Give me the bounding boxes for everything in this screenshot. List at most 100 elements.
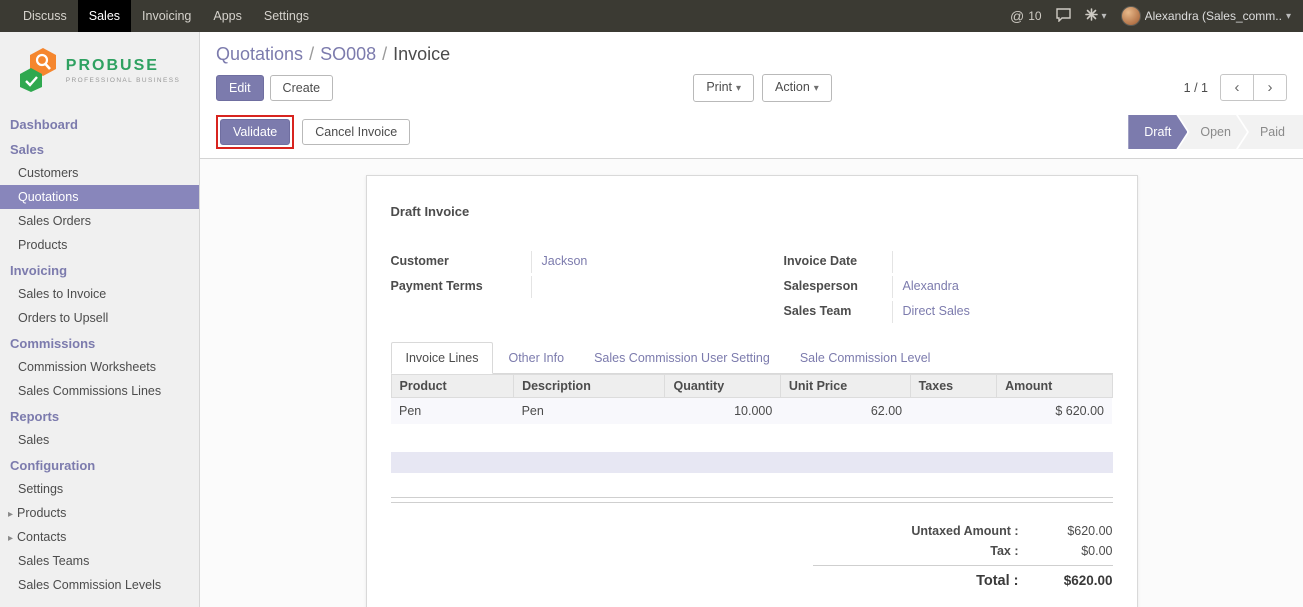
- column-product[interactable]: Product: [391, 375, 514, 398]
- expander-icon[interactable]: ▸: [8, 533, 13, 544]
- cancel-invoice-button[interactable]: Cancel Invoice: [302, 119, 410, 145]
- logo-title: PROBUSE: [66, 58, 180, 74]
- cell-amount[interactable]: $ 620.00: [997, 398, 1112, 425]
- invoice-state-title: Draft Invoice: [391, 204, 1113, 219]
- column-description[interactable]: Description: [514, 375, 665, 398]
- sidebar-item-sales-teams[interactable]: Sales Teams: [0, 549, 199, 573]
- caret-down-icon: ▾: [814, 83, 819, 94]
- invoice-lines-table: Product Description Quantity Unit Price …: [391, 374, 1113, 424]
- pager-previous-button[interactable]: ‹: [1220, 74, 1254, 101]
- menu-settings[interactable]: Settings: [253, 0, 320, 32]
- salesperson-value[interactable]: Alexandra: [892, 276, 1113, 298]
- payment-terms-value[interactable]: [531, 276, 752, 298]
- column-taxes[interactable]: Taxes: [910, 375, 997, 398]
- user-menu[interactable]: Alexandra (Sales_comm.. ▾: [1121, 6, 1291, 26]
- tab-other-info[interactable]: Other Info: [493, 342, 579, 374]
- column-quantity[interactable]: Quantity: [665, 375, 780, 398]
- customer-value[interactable]: Jackson: [531, 251, 752, 273]
- sidebar: PROBUSE PROFESSIONAL BUSINESS Dashboard …: [0, 32, 200, 607]
- untaxed-amount-value: $620.00: [1033, 524, 1113, 538]
- sidebar-heading-reports[interactable]: Reports: [0, 403, 199, 428]
- pager-next-button[interactable]: ›: [1253, 74, 1287, 101]
- debug-icon: [1085, 8, 1098, 24]
- chat-bubble-icon: [1056, 8, 1071, 25]
- sidebar-item-sales-commission-levels[interactable]: Sales Commission Levels: [0, 573, 199, 597]
- menu-discuss[interactable]: Discuss: [12, 0, 78, 32]
- invoice-sheet: Draft Invoice Customer Jackson Payment T…: [366, 175, 1138, 607]
- sidebar-heading-sales[interactable]: Sales: [0, 136, 199, 161]
- cell-unit-price[interactable]: 62.00: [780, 398, 910, 425]
- activity-count: 10: [1028, 9, 1041, 23]
- sidebar-item-sales-orders[interactable]: Sales Orders: [0, 209, 199, 233]
- untaxed-amount-label: Untaxed Amount :: [813, 524, 1033, 538]
- pager-value: 1 / 1: [1184, 81, 1208, 95]
- sidebar-item-reports-sales[interactable]: Sales: [0, 428, 199, 452]
- sidebar-heading-invoicing[interactable]: Invoicing: [0, 257, 199, 282]
- create-button[interactable]: Create: [270, 75, 334, 101]
- cell-description[interactable]: Pen: [514, 398, 665, 425]
- sidebar-heading-dashboard[interactable]: Dashboard: [0, 111, 199, 136]
- control-panel: Quotations/SO008/Invoice Edit Create Pri…: [200, 32, 1303, 159]
- edit-button[interactable]: Edit: [216, 75, 264, 101]
- user-avatar: [1121, 6, 1141, 26]
- sidebar-item-sales-commissions-lines[interactable]: Sales Commissions Lines: [0, 379, 199, 403]
- messages-menu[interactable]: [1056, 8, 1071, 25]
- sales-team-value[interactable]: Direct Sales: [892, 301, 1113, 323]
- sidebar-item-quotations[interactable]: Quotations: [0, 185, 199, 209]
- breadcrumb-current: Invoice: [393, 44, 450, 64]
- activity-menu[interactable]: @ 10: [1010, 8, 1042, 24]
- caret-down-icon: ▾: [1286, 11, 1291, 22]
- sidebar-heading-commissions[interactable]: Commissions: [0, 330, 199, 355]
- action-label: Action: [775, 80, 810, 94]
- status-draft[interactable]: Draft: [1128, 115, 1187, 149]
- sidebar-item-orders-to-upsell[interactable]: Orders to Upsell: [0, 306, 199, 330]
- status-paid[interactable]: Paid: [1238, 115, 1303, 149]
- menu-sales[interactable]: Sales: [78, 0, 131, 32]
- print-dropdown-button[interactable]: Print ▾: [693, 74, 754, 102]
- payment-terms-label: Payment Terms: [391, 276, 531, 296]
- status-open[interactable]: Open: [1178, 115, 1247, 149]
- red-highlight-annotation: Validate: [216, 115, 294, 149]
- menu-invoicing[interactable]: Invoicing: [131, 0, 202, 32]
- user-name: Alexandra (Sales_comm..: [1145, 9, 1282, 23]
- app-logo[interactable]: PROBUSE PROFESSIONAL BUSINESS: [0, 32, 199, 111]
- cell-product[interactable]: Pen: [391, 398, 514, 425]
- sidebar-item-settings[interactable]: Settings: [0, 477, 199, 501]
- expander-icon[interactable]: ▸: [8, 509, 13, 520]
- tab-sale-commission-level[interactable]: Sale Commission Level: [785, 342, 946, 374]
- cell-quantity[interactable]: 10.000: [665, 398, 780, 425]
- sidebar-item-customers[interactable]: Customers: [0, 161, 199, 185]
- sidebar-item-products[interactable]: Products: [0, 233, 199, 257]
- debug-menu[interactable]: ▾: [1085, 8, 1107, 24]
- validate-button[interactable]: Validate: [220, 119, 290, 145]
- cell-taxes[interactable]: [910, 398, 997, 425]
- totals-block: Untaxed Amount : $620.00 Tax : $0.00 Tot…: [813, 521, 1113, 592]
- column-unit-price[interactable]: Unit Price: [780, 375, 910, 398]
- sales-team-label: Sales Team: [784, 301, 892, 321]
- invoice-date-value[interactable]: [892, 251, 1113, 273]
- sidebar-item-commission-worksheets[interactable]: Commission Worksheets: [0, 355, 199, 379]
- caret-down-icon: ▾: [736, 83, 741, 94]
- tax-label: Tax :: [813, 544, 1033, 558]
- breadcrumb-so008[interactable]: SO008: [320, 44, 376, 64]
- sidebar-item-config-contacts[interactable]: ▸Contacts: [0, 525, 199, 549]
- print-label: Print: [706, 80, 732, 94]
- total-value: $620.00: [1033, 573, 1113, 588]
- probuse-logo-icon: [19, 46, 59, 95]
- sidebar-item-sales-to-invoice[interactable]: Sales to Invoice: [0, 282, 199, 306]
- tab-invoice-lines[interactable]: Invoice Lines: [391, 342, 494, 374]
- action-dropdown-button[interactable]: Action ▾: [762, 74, 832, 102]
- breadcrumb: Quotations/SO008/Invoice: [200, 32, 1303, 69]
- sidebar-item-config-products[interactable]: ▸Products: [0, 501, 199, 525]
- section-separator: [391, 497, 1113, 503]
- column-amount[interactable]: Amount: [997, 375, 1112, 398]
- total-label: Total :: [813, 573, 1033, 589]
- invoice-date-label: Invoice Date: [784, 251, 892, 271]
- caret-down-icon: ▾: [1102, 11, 1107, 22]
- tab-sales-commission-user-setting[interactable]: Sales Commission User Setting: [579, 342, 785, 374]
- empty-section-stripe: [391, 452, 1113, 473]
- breadcrumb-quotations[interactable]: Quotations: [216, 44, 303, 64]
- menu-apps[interactable]: Apps: [202, 0, 253, 32]
- table-row[interactable]: Pen Pen 10.000 62.00 $ 620.00: [391, 398, 1112, 425]
- sidebar-heading-configuration[interactable]: Configuration: [0, 452, 199, 477]
